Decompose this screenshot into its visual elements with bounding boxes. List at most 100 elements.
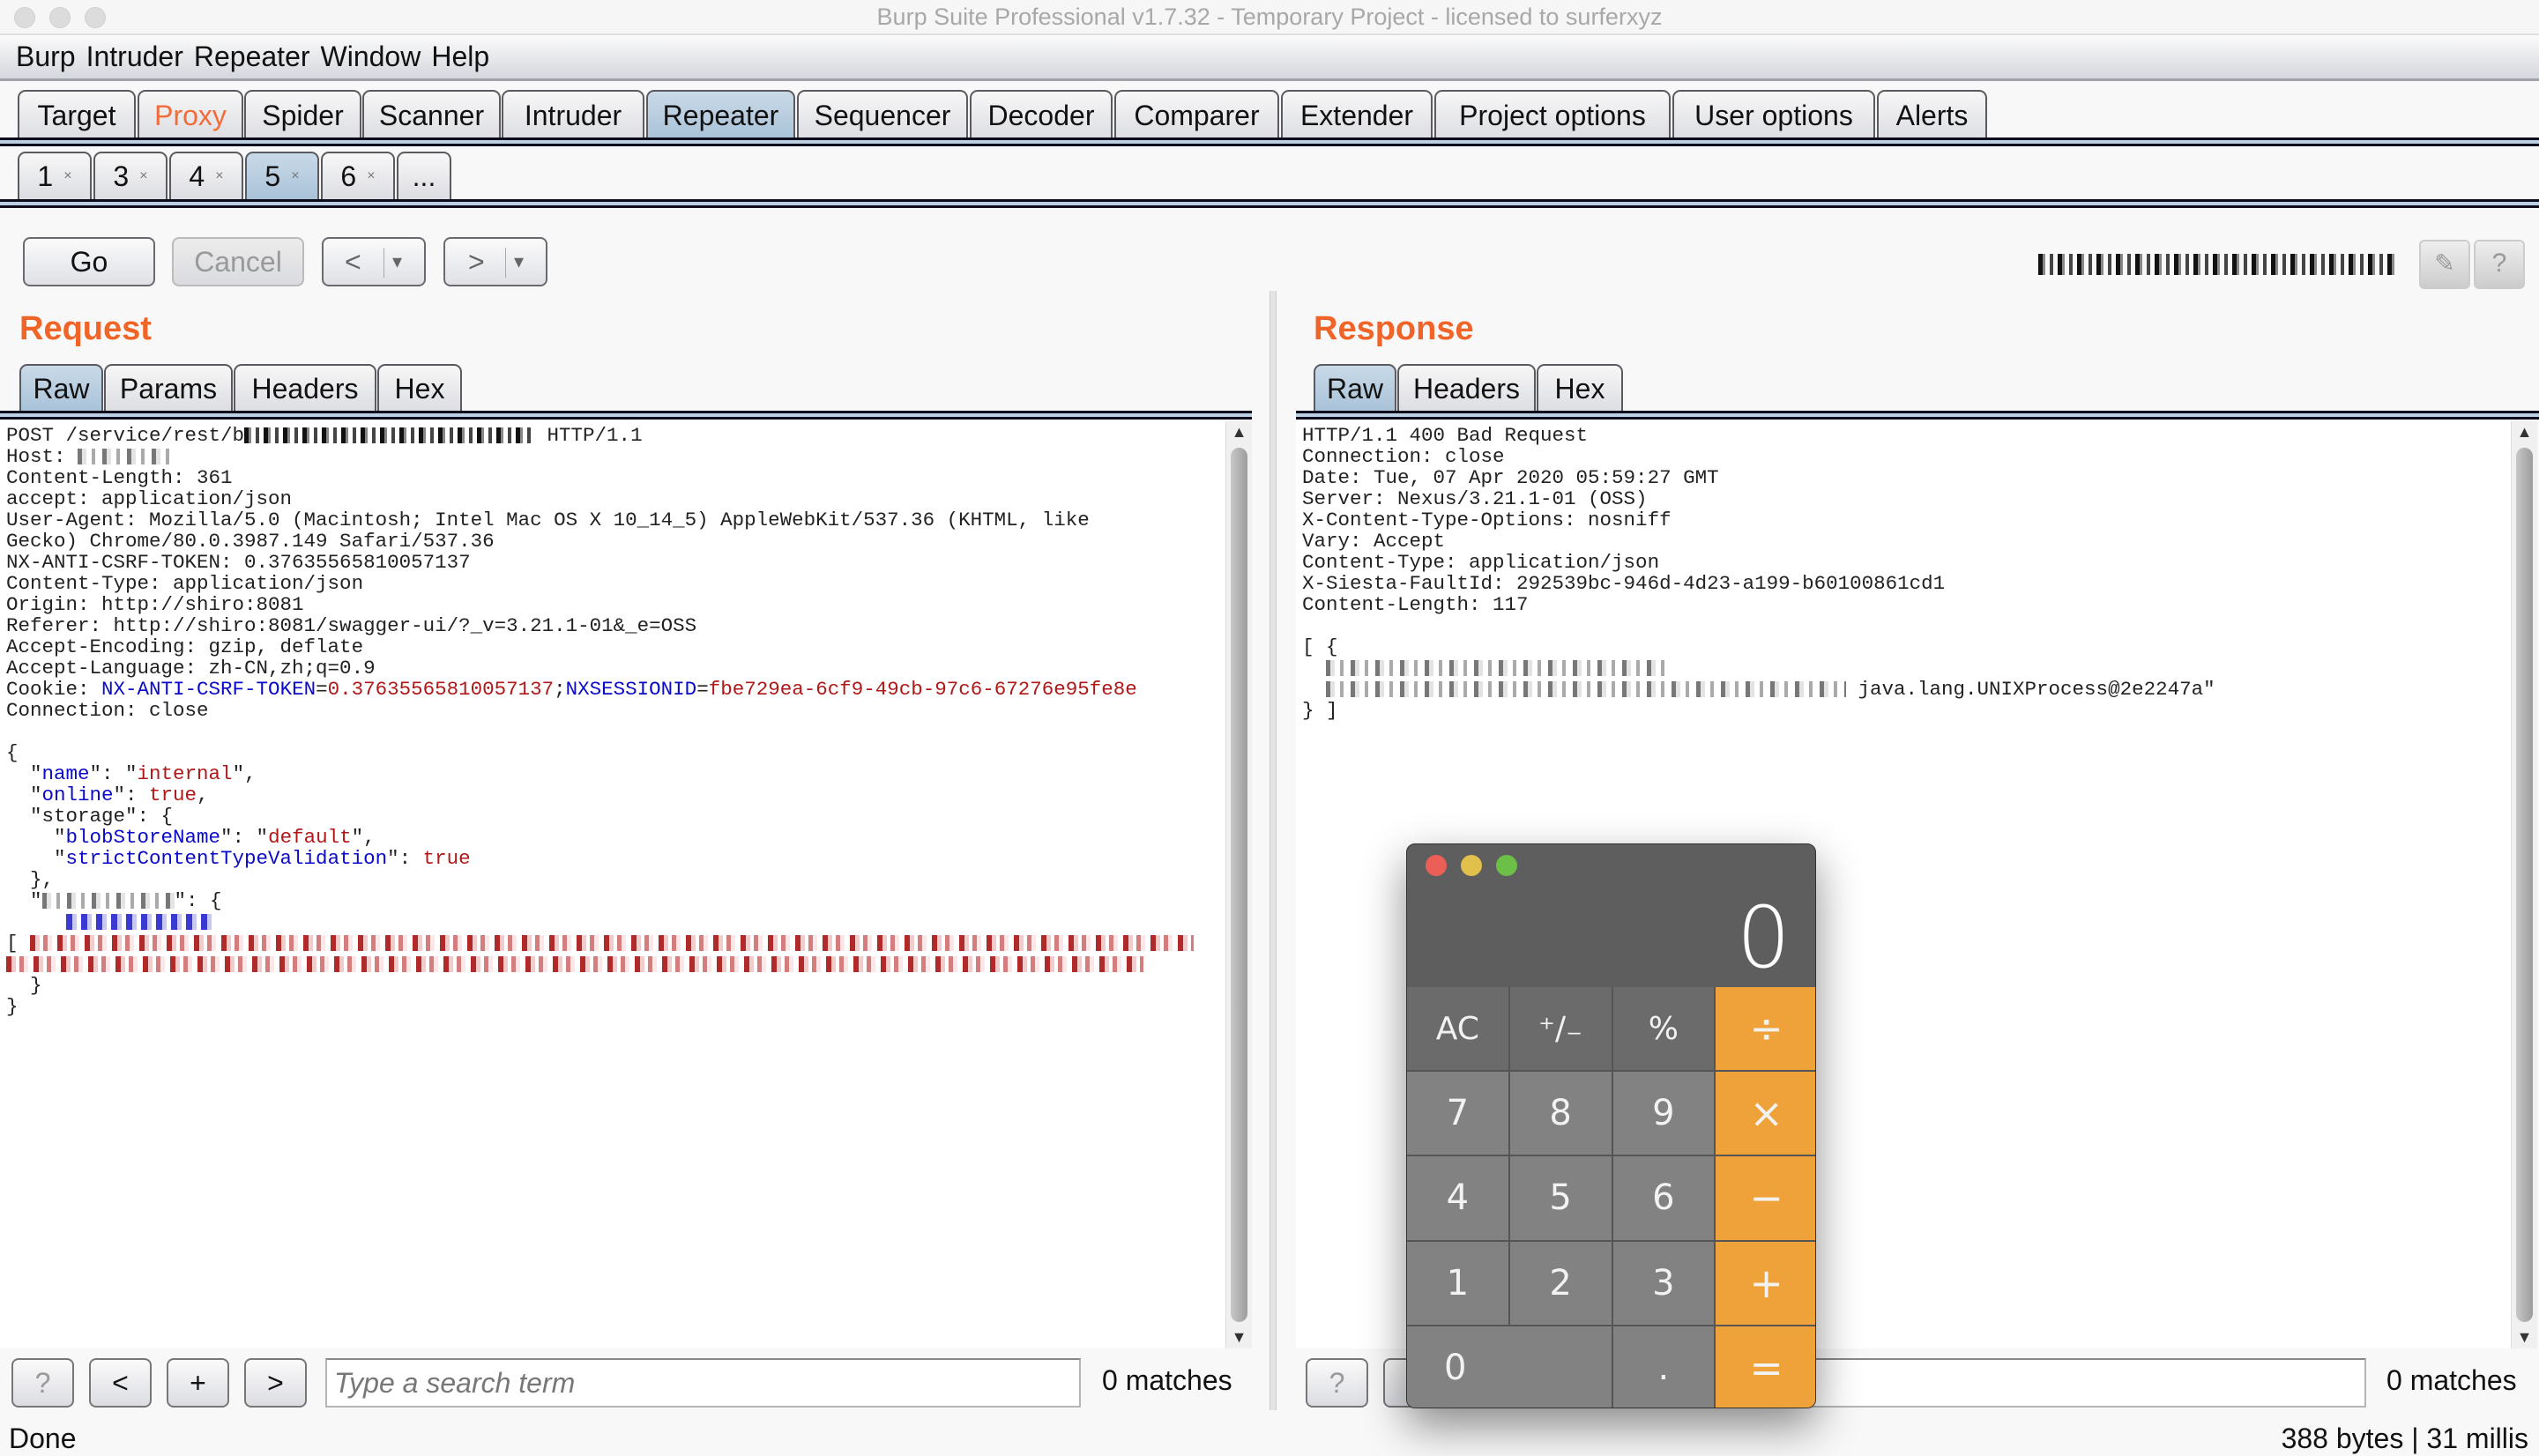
request-tab-params[interactable]: Params [104,364,233,412]
calc-key-4[interactable]: 4 [1407,1156,1508,1240]
tab-sequencer[interactable]: Sequencer [797,90,968,139]
tab-scanner[interactable]: Scanner [362,90,501,139]
calc-key-ac[interactable]: AC [1407,987,1508,1071]
response-tab-hex[interactable]: Hex [1537,364,1623,412]
edit-target-icon[interactable]: ✎ [2419,240,2470,289]
calc-key-5[interactable]: 5 [1509,1156,1612,1240]
calc-key-6[interactable]: 6 [1612,1156,1715,1240]
response-scrollbar[interactable]: ▲ ▼ [2511,421,2537,1348]
response-tab-headers[interactable]: Headers [1397,364,1536,412]
target-host-label-redacted[interactable] [2038,254,2394,275]
tab-spider[interactable]: Spider [244,90,361,139]
code-text: [ { [1302,635,1338,658]
request-tab-hex[interactable]: Hex [377,364,462,412]
repeater-tab-more[interactable]: ... [397,152,451,199]
request-search-input[interactable] [325,1358,1081,1408]
window-title: Burp Suite Professional v1.7.32 - Tempor… [876,4,1663,30]
tab-comparer[interactable]: Comparer [1114,90,1279,139]
calc-key-multiply[interactable]: × [1716,1072,1815,1155]
calc-key-divide[interactable]: ÷ [1716,987,1815,1071]
scroll-down-icon[interactable]: ▼ [2512,1328,2537,1347]
calculator-close-button[interactable] [1426,855,1447,876]
menu-repeater[interactable]: Repeater [194,41,310,73]
calculator-minimize-button[interactable] [1461,855,1482,876]
tab-extender[interactable]: Extender [1281,90,1433,139]
code-text: " [6,762,42,785]
calc-key-2[interactable]: 2 [1509,1241,1612,1325]
calc-key-7[interactable]: 7 [1407,1072,1508,1155]
search-help-button[interactable]: ? [1306,1358,1368,1408]
scroll-thumb[interactable] [1231,448,1247,1322]
code-line: [ [6,932,1225,954]
calc-key-plus-minus[interactable]: ⁺∕₋ [1509,987,1612,1071]
request-editor[interactable]: POST /service/rest/b HTTP/1.1 Host: Conte… [0,421,1225,1348]
search-previous-button[interactable]: < [89,1358,152,1408]
forward-button[interactable]: > ▾ [443,237,547,286]
scroll-down-icon[interactable]: ▼ [1226,1328,1252,1347]
back-button[interactable]: < ▾ [322,237,426,286]
code-text: Content-Type: application/json [6,572,364,595]
request-tab-raw[interactable]: Raw [19,364,103,412]
calculator-zoom-button[interactable] [1496,855,1517,876]
code-line: NX-ANTI-CSRF-TOKEN: 0.37635565810057137 [6,552,1225,573]
repeater-tab-6[interactable]: 6 × [321,152,395,199]
code-text: Origin: http://shiro:8081 [6,593,304,616]
history-dropdown-icon[interactable]: ▾ [514,250,524,273]
repeater-tab-1[interactable]: 1 × [18,152,92,199]
calc-key-0[interactable]: 0 [1407,1326,1612,1408]
calc-key-9[interactable]: 9 [1612,1072,1715,1155]
menu-intruder[interactable]: Intruder [86,41,183,73]
calc-key-1[interactable]: 1 [1407,1241,1508,1325]
tab-intruder[interactable]: Intruder [502,90,644,139]
calc-key-equals[interactable]: = [1716,1326,1815,1408]
menu-burp[interactable]: Burp [16,41,76,73]
tab-decoder[interactable]: Decoder [970,90,1113,139]
help-icon[interactable]: ? [2474,240,2525,289]
request-scrollbar[interactable]: ▲ ▼ [1225,421,1252,1348]
history-dropdown-icon[interactable]: ▾ [392,250,402,273]
repeater-tab-4[interactable]: 4 × [169,152,243,199]
repeater-tab-5[interactable]: 5 × [245,152,319,199]
search-options-button[interactable]: + [167,1358,229,1408]
response-tab-raw[interactable]: Raw [1314,364,1396,412]
code-text: ", [232,762,257,785]
calc-key-decimal[interactable]: . [1612,1326,1715,1408]
close-tab-icon[interactable]: × [367,168,375,184]
repeater-tab-3[interactable]: 3 × [93,152,168,199]
menu-window[interactable]: Window [321,41,421,73]
split-pane-divider[interactable] [1270,291,1277,1410]
search-help-button[interactable]: ? [11,1358,74,1408]
menu-help[interactable]: Help [431,41,489,73]
code-text: User-Agent: Mozilla/5.0 (Macintosh; Inte… [6,509,1090,531]
tab-project-options[interactable]: Project options [1434,90,1671,139]
tab-user-options[interactable]: User options [1672,90,1875,139]
tab-repeater[interactable]: Repeater [646,90,795,139]
close-tab-icon[interactable]: × [139,168,147,184]
calc-key-3[interactable]: 3 [1612,1241,1715,1325]
code-text: ; [554,678,566,701]
cancel-button[interactable]: Cancel [172,237,304,286]
calc-key-percent[interactable]: % [1612,987,1715,1071]
search-next-button[interactable]: > [244,1358,307,1408]
scroll-up-icon[interactable]: ▲ [2512,423,2537,442]
tab-target[interactable]: Target [18,90,136,139]
go-button[interactable]: Go [23,237,155,286]
tab-proxy[interactable]: Proxy [138,90,243,139]
tab-alerts[interactable]: Alerts [1877,90,1987,139]
calc-key-minus[interactable]: − [1716,1156,1815,1240]
close-tab-icon[interactable]: × [63,168,71,184]
request-tab-headers[interactable]: Headers [234,364,376,412]
code-text: "storage": { [6,805,174,828]
close-tab-icon[interactable]: × [215,168,223,184]
scroll-thumb[interactable] [2516,448,2533,1322]
close-tab-icon[interactable]: × [291,168,299,184]
calc-key-8[interactable]: 8 [1509,1072,1612,1155]
code-line: { [6,742,1225,763]
code-text: HTTP/1.1 [535,424,643,447]
scroll-up-icon[interactable]: ▲ [1226,423,1252,442]
calculator-display: 0 [1736,888,1791,987]
calc-key-plus[interactable]: + [1716,1241,1815,1325]
json-value: true [422,847,471,870]
